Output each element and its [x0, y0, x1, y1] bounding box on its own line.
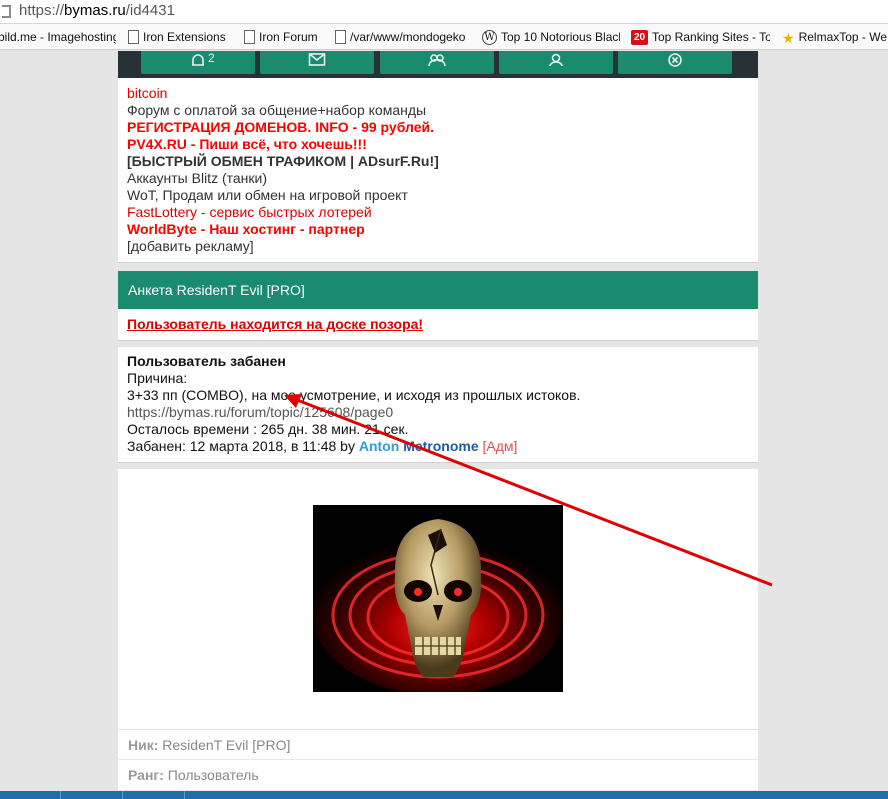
badge-icon: 20	[631, 30, 648, 46]
shame-board-link[interactable]: Пользователь находится на доске позора!	[127, 316, 423, 332]
moderator-last-name[interactable]: Metronome	[403, 438, 478, 454]
ban-title: Пользователь забанен	[127, 353, 286, 369]
taskbar-item[interactable]	[60, 791, 122, 799]
bookmark-label: Iron Extensions	[143, 30, 226, 44]
url-scheme: https://	[19, 2, 65, 19]
nick-value: ResidenT Evil [PRO]	[162, 737, 291, 753]
ad-link[interactable]: PV4X.RU - Пиши всё, что хочешь!!!	[127, 136, 749, 153]
bookmark-label: Top 10 Notorious Black	[501, 30, 620, 44]
bookmark-label: Top Ranking Sites - To	[652, 30, 770, 44]
taskbar-item[interactable]	[122, 791, 184, 799]
close-circle-icon	[668, 53, 682, 67]
ban-reason-label: Причина:	[127, 370, 188, 386]
ad-link[interactable]: Форум с оплатой за общение+набор команды	[127, 102, 749, 119]
users-icon	[428, 54, 446, 67]
ad-link[interactable]: WoT, Продам или обмен на игровой проект	[127, 187, 749, 204]
notifications-count: 2	[208, 51, 215, 65]
ban-date: Забанен: 12 марта 2018, в 11:48 by	[127, 438, 355, 454]
bookmark-iron-forum[interactable]: Iron Forum	[244, 29, 330, 47]
bookmark-bild[interactable]: bild.me - Imagehosting	[0, 29, 116, 47]
bookmarks-bar: bild.me - Imagehosting Iron Extensions I…	[0, 24, 888, 50]
ban-by-line: Забанен: 12 марта 2018, в 11:48 by Anton…	[127, 438, 749, 455]
star-icon: ★	[782, 29, 795, 46]
nick-row: Ник: ResidenT Evil [PRO]	[118, 730, 758, 760]
ad-link[interactable]: РЕГИСТРАЦИЯ ДОМЕНОВ. INFO - 99 рублей.	[127, 119, 749, 136]
ad-link[interactable]: WorldByte - Наш хостинг - партнер	[127, 221, 749, 238]
bookmark-var-www[interactable]: /var/www/mondogeko	[335, 29, 468, 47]
site-navbar: 2	[118, 51, 758, 78]
bell-icon	[192, 54, 204, 66]
user-icon	[549, 53, 563, 67]
profile-header: Анкета ResidenT Evil [PRO]	[118, 271, 758, 309]
ban-info: Пользователь забанен Причина: 3+33 пп (C…	[118, 347, 758, 463]
shame-row: Пользователь находится на доске позора!	[118, 309, 758, 341]
profile-button[interactable]	[499, 51, 613, 74]
ad-link[interactable]: Аккаунты Blitz (танки)	[127, 170, 749, 187]
avatar-section	[118, 469, 758, 730]
add-ad-link[interactable]: [добавить рекламу]	[127, 238, 749, 255]
ad-link[interactable]: [БЫСТРЫЙ ОБМЕН ТРАФИКОМ | ADsurF.Ru!]	[127, 153, 749, 170]
bookmark-label: bild.me - Imagehosting	[0, 30, 116, 44]
moderator-first-name[interactable]: Anton	[359, 438, 399, 454]
bookmark-label: /var/www/mondogeko	[350, 30, 466, 44]
address-bar[interactable]: https://bymas.ru/id4431	[0, 0, 888, 24]
ad-link[interactable]: FastLottery - сервис быстрых лотерей	[127, 204, 749, 221]
wikipedia-icon: W	[482, 30, 497, 46]
page-icon	[335, 29, 346, 44]
notifications-button[interactable]: 2	[141, 51, 255, 74]
url-host: bymas.ru	[64, 2, 126, 19]
rank-row: Ранг: Пользователь	[118, 760, 758, 791]
bookmark-top10[interactable]: W Top 10 Notorious Black	[482, 29, 620, 47]
messages-button[interactable]	[260, 51, 374, 74]
ban-remaining: Осталось времени : 265 дн. 38 мин. 21 се…	[127, 421, 409, 437]
skull-avatar	[313, 505, 563, 692]
ban-reason: 3+33 пп (COMBO), на мое усмотрение, и ис…	[127, 387, 581, 403]
taskbar	[0, 791, 888, 799]
moderator-role: [Адм]	[482, 438, 518, 454]
taskbar-item[interactable]	[184, 791, 246, 799]
rank-label: Ранг:	[128, 767, 164, 783]
url-text[interactable]: https://bymas.ru/id4431	[19, 2, 175, 20]
bookmark-label: RelmaxTop - We	[798, 30, 888, 44]
friends-button[interactable]	[380, 51, 494, 74]
page-icon	[128, 29, 139, 44]
nick-label: Ник:	[128, 737, 159, 753]
exit-button[interactable]	[618, 51, 732, 74]
rank-value: Пользователь	[167, 767, 259, 783]
page-icon	[244, 29, 255, 44]
page-info-icon[interactable]	[2, 5, 11, 18]
ads-block: bitcoin Форум с оплатой за общение+набор…	[118, 78, 758, 263]
url-path: /id4431	[125, 2, 175, 19]
bookmark-iron-extensions[interactable]: Iron Extensions	[128, 29, 244, 47]
bookmark-top-ranking[interactable]: 20 Top Ranking Sites - To	[631, 29, 770, 47]
mail-icon	[308, 53, 326, 66]
bookmark-relmaxtop[interactable]: ★ RelmaxTop - We	[782, 29, 888, 47]
ban-topic-link[interactable]: https://bymas.ru/forum/topic/125608/page…	[127, 404, 749, 421]
bookmark-label: Iron Forum	[259, 30, 318, 44]
ad-link[interactable]: bitcoin	[127, 85, 749, 102]
